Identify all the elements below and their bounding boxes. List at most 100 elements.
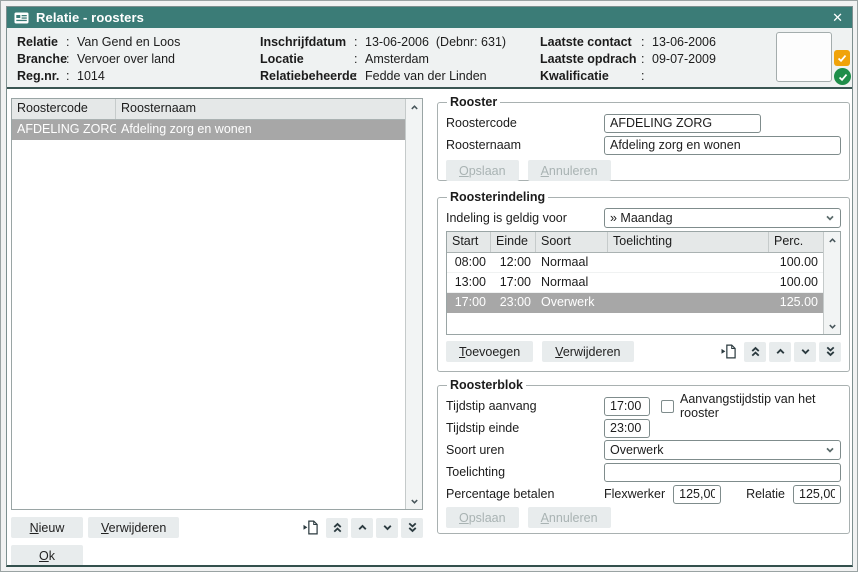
delete-roster-button[interactable]: Verwijderen	[88, 517, 179, 538]
roosterindeling-group: Roosterindeling Indeling is geldig voor …	[437, 190, 850, 372]
add-indeling-button[interactable]: Toevoegen	[446, 341, 533, 362]
close-button[interactable]: ✕	[832, 11, 843, 24]
indeling-table-scrollbar[interactable]	[823, 232, 840, 334]
column-header-toelichting: Toelichting	[608, 232, 769, 252]
select-chevron-icon	[825, 445, 835, 455]
select-chevron-icon	[825, 213, 835, 223]
roosterblok-legend: Roosterblok	[447, 378, 526, 392]
indeling-row[interactable]: 08:00 12:00 Normaal 100.00	[447, 253, 823, 273]
tijdstip-aanvang-input[interactable]	[604, 397, 650, 416]
double-chevron-up-icon	[332, 521, 343, 534]
new-roster-button[interactable]: Nieuw	[11, 517, 83, 538]
roosterindeling-legend: Roosterindeling	[447, 190, 548, 204]
valid-for-label: Indeling is geldig voor	[446, 211, 604, 225]
column-header-roostercode: Roostercode	[12, 99, 116, 119]
column-header-einde: Einde	[491, 232, 536, 252]
indeling-row[interactable]: 13:00 17:00 Normaal 100.00	[447, 273, 823, 293]
roostercode-input[interactable]	[604, 114, 761, 133]
column-header-start: Start	[447, 232, 491, 252]
scroll-down-icon[interactable]	[824, 318, 840, 334]
goto-record-icon	[721, 344, 737, 359]
move-bottom-button[interactable]	[401, 518, 423, 538]
info-branche: Branche:Vervoer over land	[17, 51, 260, 68]
aanvangstijdstip-checkbox-label: Aanvangstijdstip van het rooster	[680, 392, 841, 420]
move-bottom-button[interactable]	[819, 342, 841, 362]
ok-button[interactable]: Ok	[11, 545, 83, 566]
main-area: Roostercode Roosternaam AFDELING ZORG Af…	[7, 89, 852, 565]
valid-for-select[interactable]: » Maandag	[604, 208, 841, 228]
percentage-betalen-label: Percentage betalen	[446, 487, 604, 501]
cancel-roosterblok-button[interactable]: Annuleren	[528, 507, 611, 528]
info-kwalificatie: Kwalificatie:	[540, 68, 775, 85]
goto-record-icon	[303, 520, 319, 535]
roster-list-panel: Roostercode Roosternaam AFDELING ZORG Af…	[11, 98, 423, 566]
flexwerker-percentage-input[interactable]	[673, 485, 721, 504]
tijdstip-einde-input[interactable]	[604, 419, 650, 438]
roostercode-label: Roostercode	[446, 116, 604, 130]
goto-record-button[interactable]	[299, 518, 323, 538]
info-relatie: Relatie:Van Gend en Loos	[17, 34, 260, 51]
window-frame: Relatie - roosters ✕ Relatie:Van Gend en…	[0, 0, 858, 572]
column-header-soort: Soort	[536, 232, 608, 252]
save-rooster-button[interactable]: Opslaan	[446, 160, 519, 181]
info-column-1: Relatie:Van Gend en Loos Branche:Vervoer…	[17, 34, 260, 87]
green-check-icon[interactable]	[834, 68, 851, 85]
move-down-button[interactable]	[376, 518, 398, 538]
roster-list-buttons: Nieuw Verwijderen	[11, 517, 423, 538]
photo-placeholder	[776, 32, 832, 82]
chevron-up-icon	[357, 522, 368, 533]
orange-check-icon[interactable]	[834, 50, 850, 66]
relation-info-header: Relatie:Van Gend en Loos Branche:Vervoer…	[7, 28, 852, 89]
delete-indeling-button[interactable]: Verwijderen	[542, 341, 633, 362]
chevron-down-icon	[382, 522, 393, 533]
toelichting-input[interactable]	[604, 463, 841, 482]
roster-nav-group	[299, 518, 423, 538]
double-chevron-down-icon	[825, 345, 836, 358]
move-top-button[interactable]	[326, 518, 348, 538]
info-relatiebeheerder: Relatiebeheerde:Fedde van der Linden	[260, 68, 540, 85]
info-locatie: Locatie:Amsterdam	[260, 51, 540, 68]
roster-list: Roostercode Roosternaam AFDELING ZORG Af…	[11, 98, 423, 510]
goto-record-button[interactable]	[717, 342, 741, 362]
move-down-button[interactable]	[794, 342, 816, 362]
indeling-row-selected[interactable]: 17:00 23:00 Overwerk 125.00	[447, 293, 823, 313]
chevron-down-icon	[800, 346, 811, 357]
info-column-2: Inschrijfdatum:13-06-2006 (Debnr: 631) L…	[260, 34, 540, 87]
info-laatste-opdracht: Laatste opdrach:09-07-2009	[540, 51, 775, 68]
double-chevron-down-icon	[407, 521, 418, 534]
rooster-group: Rooster Roostercode Roosternaam Opslaan …	[437, 95, 850, 181]
detail-panel: Rooster Roostercode Roosternaam Opslaan …	[437, 89, 850, 534]
scroll-up-icon[interactable]	[406, 99, 422, 115]
soort-uren-select[interactable]: Overwerk	[604, 440, 841, 460]
roosterblok-group: Roosterblok Tijdstip aanvang Aanvangstij…	[437, 378, 850, 534]
tijdstip-einde-label: Tijdstip einde	[446, 421, 604, 435]
roosternaam-input[interactable]	[604, 136, 841, 155]
roster-list-row[interactable]: AFDELING ZORG Afdeling zorg en wonen	[12, 120, 405, 140]
save-roosterblok-button[interactable]: Opslaan	[446, 507, 519, 528]
roster-list-header: Roostercode Roosternaam	[12, 99, 405, 120]
contact-card-icon	[14, 12, 29, 24]
move-up-button[interactable]	[351, 518, 373, 538]
relatie-percentage-input[interactable]	[793, 485, 841, 504]
scroll-up-icon[interactable]	[824, 232, 840, 248]
scroll-down-icon[interactable]	[406, 493, 422, 509]
rooster-legend: Rooster	[447, 95, 500, 109]
window-title: Relatie - roosters	[36, 10, 144, 25]
relatie-label: Relatie	[746, 487, 785, 501]
move-top-button[interactable]	[744, 342, 766, 362]
chevron-up-icon	[775, 346, 786, 357]
move-up-button[interactable]	[769, 342, 791, 362]
relatie-roosters-dialog: Relatie - roosters ✕ Relatie:Van Gend en…	[6, 6, 853, 567]
aanvangstijdstip-checkbox[interactable]	[661, 400, 674, 413]
info-inschrijfdatum: Inschrijfdatum:13-06-2006 (Debnr: 631)	[260, 34, 540, 51]
roster-list-scrollbar[interactable]	[405, 99, 422, 509]
titlebar: Relatie - roosters ✕	[7, 7, 852, 28]
indeling-table: Start Einde Soort Toelichting Perc. 08:0…	[446, 231, 841, 335]
roosternaam-label: Roosternaam	[446, 138, 604, 152]
double-chevron-up-icon	[750, 345, 761, 358]
flexwerker-label: Flexwerker	[604, 487, 665, 501]
indeling-nav-group	[717, 342, 841, 362]
info-column-3: Laatste contact:13-06-2006 Laatste opdra…	[540, 34, 775, 87]
cancel-rooster-button[interactable]: Annuleren	[528, 160, 611, 181]
info-regnr: Reg.nr.:1014	[17, 68, 260, 85]
